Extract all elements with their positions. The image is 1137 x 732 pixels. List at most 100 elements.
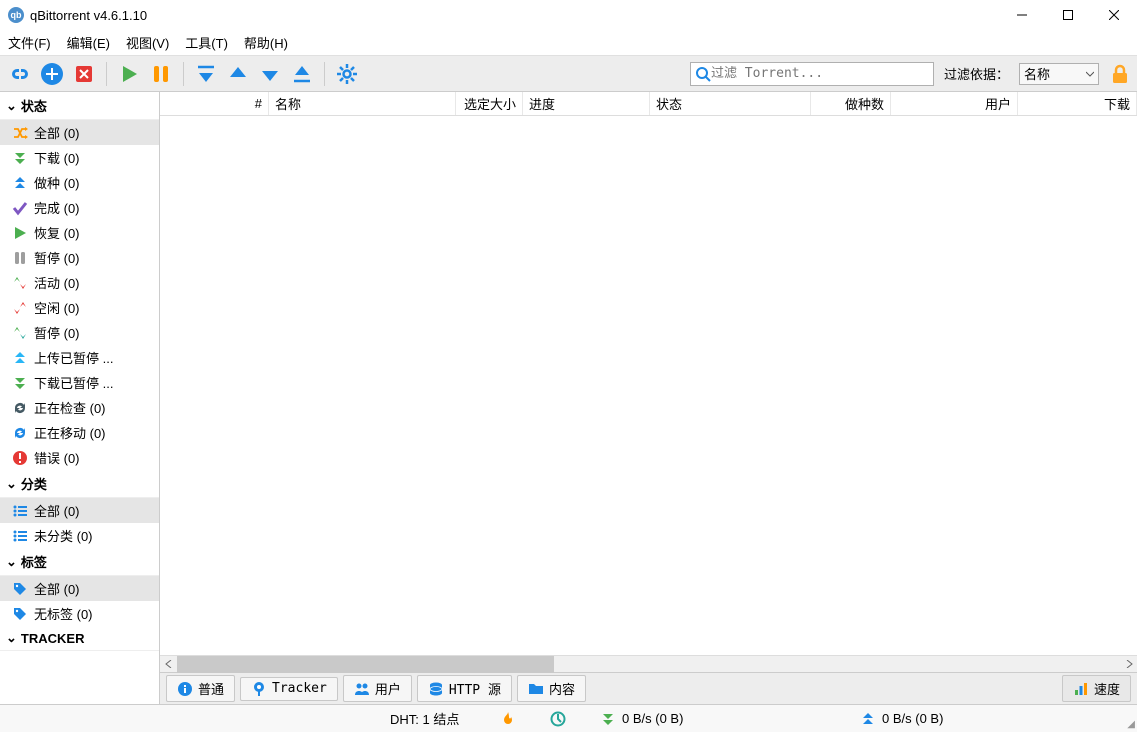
column-peers[interactable]: 用户 [891, 92, 1018, 115]
add-file-button[interactable] [38, 60, 66, 88]
filter-input[interactable] [711, 66, 929, 81]
table-body[interactable] [160, 116, 1137, 655]
sidebar-item-tag-none[interactable]: 无标签 (0) [0, 601, 159, 626]
download-icon [600, 711, 616, 727]
sidebar-item-tag-all[interactable]: 全部 (0) [0, 576, 159, 601]
menu-tools[interactable]: 工具(T) [185, 33, 228, 52]
pause-button[interactable] [147, 60, 175, 88]
sidebar-item-active[interactable]: 活动 (0) [0, 270, 159, 295]
sidebar-item-label: 暂停 (0) [34, 323, 80, 342]
status-dht[interactable]: DHT: 1 结点 [390, 709, 459, 728]
sidebar-item-completed[interactable]: 完成 (0) [0, 195, 159, 220]
sidebar-item-downloading[interactable]: 下载 (0) [0, 145, 159, 170]
tag-icon [12, 581, 28, 597]
sidebar-item-label: 全部 (0) [34, 579, 80, 598]
column-num[interactable]: # [160, 92, 269, 115]
search-icon [695, 66, 711, 82]
sidebar-item-stalled[interactable]: 暂停 (0) [0, 320, 159, 345]
folder-icon [528, 681, 544, 697]
sidebar-item-label: 错误 (0) [34, 448, 80, 467]
detail-tabs: 普通 Tracker 用户 HTTP 源 内容 速度 [160, 672, 1137, 704]
column-status[interactable]: 状态 [650, 92, 811, 115]
sidebar-header-status[interactable]: ⌄状态 [0, 92, 159, 120]
sidebar-item-label: 全部 (0) [34, 501, 80, 520]
list-icon [12, 528, 28, 544]
tab-content[interactable]: 内容 [517, 675, 586, 702]
filter-input-container[interactable] [690, 62, 934, 86]
body: ⌄状态 全部 (0) 下载 (0) 做种 (0) 完成 (0) 恢复 (0) 暂… [0, 92, 1137, 704]
sidebar-item-resumed[interactable]: 恢复 (0) [0, 220, 159, 245]
sidebar-item-label: 上传已暂停 ... [34, 348, 113, 367]
sidebar-header-tracker[interactable]: ⌄TRACKER [0, 626, 159, 651]
status-download-speed[interactable]: 0 B/s (0 B) [600, 711, 683, 727]
tab-http[interactable]: HTTP 源 [417, 675, 512, 702]
updown-teal-icon [12, 325, 28, 341]
sidebar-item-label: 暂停 (0) [34, 248, 80, 267]
settings-button[interactable] [333, 60, 361, 88]
tab-speed[interactable]: 速度 [1062, 675, 1131, 702]
sidebar-item-all[interactable]: 全部 (0) [0, 120, 159, 145]
filter-by-label: 过滤依据： [944, 64, 1009, 83]
sidebar-item-cat-none[interactable]: 未分类 (0) [0, 523, 159, 548]
main-area: # 名称 选定大小 进度 状态 做种数 用户 下载 普通 Tracker 用户 … [160, 92, 1137, 704]
sidebar-item-stalled-down[interactable]: 下载已暂停 ... [0, 370, 159, 395]
tab-peers[interactable]: 用户 [343, 675, 412, 702]
menu-help[interactable]: 帮助(H) [244, 33, 288, 52]
sidebar-item-label: 做种 (0) [34, 173, 80, 192]
column-progress[interactable]: 进度 [523, 92, 650, 115]
menu-file[interactable]: 文件(F) [8, 33, 51, 52]
column-down[interactable]: 下载 [1018, 92, 1137, 115]
horizontal-scrollbar[interactable] [160, 655, 1137, 672]
sidebar-item-checking[interactable]: 正在检查 (0) [0, 395, 159, 420]
separator [324, 62, 325, 86]
sidebar-item-label: 未分类 (0) [34, 526, 93, 545]
maximize-button[interactable] [1045, 0, 1091, 30]
sidebar-item-paused[interactable]: 暂停 (0) [0, 245, 159, 270]
sidebar-item-moving[interactable]: 正在移动 (0) [0, 420, 159, 445]
separator [106, 62, 107, 86]
add-link-button[interactable] [6, 60, 34, 88]
resume-button[interactable] [115, 60, 143, 88]
menu-view[interactable]: 视图(V) [126, 33, 169, 52]
sidebar-item-inactive[interactable]: 空闲 (0) [0, 295, 159, 320]
sidebar-item-cat-all[interactable]: 全部 (0) [0, 498, 159, 523]
chart-icon [1073, 681, 1089, 697]
column-seeds[interactable]: 做种数 [811, 92, 891, 115]
tab-tracker[interactable]: Tracker [240, 677, 338, 701]
close-button[interactable] [1091, 0, 1137, 30]
move-up-button[interactable] [224, 60, 252, 88]
delete-button[interactable] [70, 60, 98, 88]
column-size[interactable]: 选定大小 [456, 92, 523, 115]
sidebar-header-tags[interactable]: ⌄标签 [0, 548, 159, 576]
status-upload-speed[interactable]: 0 B/s (0 B) [860, 711, 943, 727]
status-firewall-icon[interactable] [500, 711, 516, 727]
lock-button[interactable] [1109, 63, 1131, 85]
download-icon [12, 150, 28, 166]
app-logo-icon: qb [8, 7, 24, 23]
move-bottom-button[interactable] [288, 60, 316, 88]
scroll-right-button[interactable] [1120, 656, 1137, 673]
updown-red-icon [12, 300, 28, 316]
sidebar-item-seeding[interactable]: 做种 (0) [0, 170, 159, 195]
upload-icon [860, 711, 876, 727]
people-icon [354, 681, 370, 697]
sidebar-item-label: 空闲 (0) [34, 298, 80, 317]
sidebar-item-stalled-up[interactable]: 上传已暂停 ... [0, 345, 159, 370]
scrollbar-thumb[interactable] [177, 656, 554, 673]
tab-general[interactable]: 普通 [166, 675, 235, 702]
resize-grip[interactable]: ◢ [1127, 719, 1135, 730]
check-icon [12, 200, 28, 216]
sidebar-item-label: 无标签 (0) [34, 604, 93, 623]
upload-blue-icon [12, 350, 28, 366]
move-down-button[interactable] [256, 60, 284, 88]
scroll-left-button[interactable] [160, 656, 177, 673]
move-top-button[interactable] [192, 60, 220, 88]
column-name[interactable]: 名称 [269, 92, 456, 115]
menu-edit[interactable]: 编辑(E) [67, 33, 110, 52]
sidebar-item-errored[interactable]: 错误 (0) [0, 445, 159, 470]
minimize-button[interactable] [999, 0, 1045, 30]
sidebar-header-category[interactable]: ⌄分类 [0, 470, 159, 498]
database-icon [428, 681, 444, 697]
status-altspeed-icon[interactable] [550, 711, 566, 727]
filter-by-combo[interactable]: 名称 [1019, 63, 1099, 85]
